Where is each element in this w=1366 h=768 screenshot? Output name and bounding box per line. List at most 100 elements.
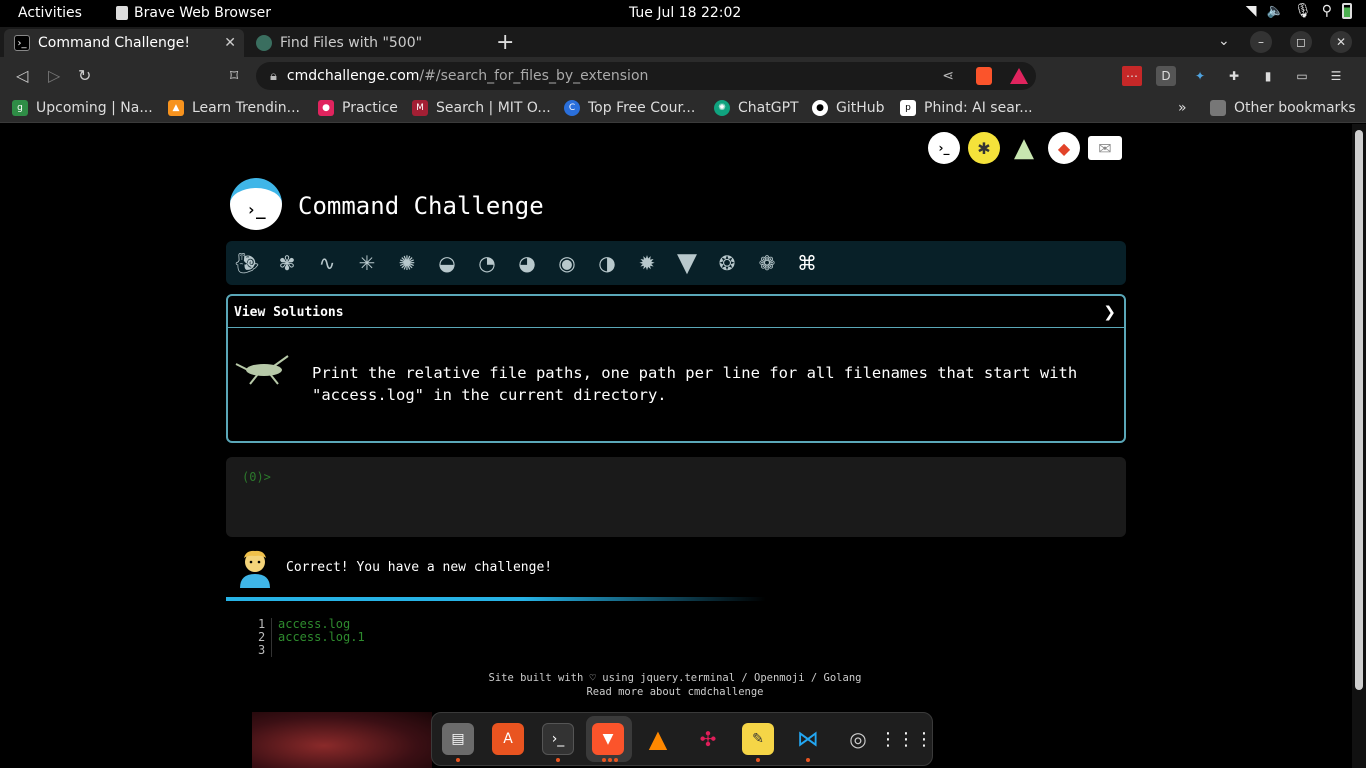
new-tab-icon[interactable]: + (496, 30, 514, 55)
brave-rewards-icon[interactable] (1010, 68, 1028, 84)
spider-icon[interactable]: ✳ (352, 248, 382, 278)
tree-icon[interactable]: ▲ (1008, 132, 1040, 164)
github-icon: ● (812, 100, 828, 116)
lock-icon[interactable]: 🔒︎ (270, 69, 277, 84)
microphone-icon[interactable]: 🎙 (1294, 3, 1312, 19)
terminal-input[interactable]: (0)> (226, 457, 1126, 537)
wifi-icon[interactable]: ◥ (1246, 3, 1257, 19)
whale-icon[interactable]: ◒ (432, 248, 462, 278)
beetle-icon[interactable]: ❁ (752, 248, 782, 278)
tropical-fish-icon[interactable]: ◑ (592, 248, 622, 278)
running-indicator (456, 758, 460, 762)
gitlab-icon[interactable]: ◆ (1048, 132, 1080, 164)
bookmark-item[interactable]: ✺ ChatGPT (714, 100, 799, 116)
app-center-icon[interactable]: A (492, 723, 524, 755)
close-window-icon[interactable]: ✕ (1330, 31, 1352, 53)
extension-d-icon[interactable]: D (1156, 66, 1176, 86)
minimize-icon[interactable]: – (1250, 31, 1272, 53)
back-icon[interactable]: ◁ (16, 66, 28, 85)
extensions-bar: ⋯ D ✦ ✚ ▮ ▭ ☰ (1122, 66, 1346, 86)
clock[interactable]: Tue Jul 18 22:02 (629, 5, 741, 21)
accessibility-icon[interactable]: ⚲ (1322, 3, 1332, 19)
settings-icon[interactable]: ◎ (842, 723, 874, 755)
bookmark-item[interactable]: p Phind: AI sear... (900, 100, 1033, 116)
bookmark-item[interactable]: g Upcoming | Na... (12, 100, 153, 116)
files-icon[interactable]: ▤ (442, 723, 474, 755)
bookmark-label: Phind: AI sear... (924, 100, 1033, 116)
other-bookmarks-label: Other bookmarks (1234, 100, 1356, 116)
terminal-logo-icon[interactable]: ›_ (928, 132, 960, 164)
wolf-icon[interactable]: ▼ (672, 248, 702, 278)
slack-icon[interactable]: ✣ (692, 723, 724, 755)
vscode-icon[interactable]: ⋈ (792, 723, 824, 755)
extensions-puzzle-icon[interactable]: ✚ (1224, 66, 1244, 86)
shark-icon[interactable]: ◕ (512, 248, 542, 278)
brave-icon (116, 6, 128, 20)
bookmark-item[interactable]: ▲ Learn Trendin... (168, 100, 300, 116)
tab-command-challenge[interactable]: ›_ Command Challenge! ✕ (4, 29, 244, 57)
lightbulb-icon[interactable]: ✱ (968, 132, 1000, 164)
tab-find-files[interactable]: Find Files with "500" (246, 29, 482, 57)
extension-red-icon[interactable]: ⋯ (1122, 66, 1142, 86)
show-apps-grid-icon[interactable]: ⋮⋮⋮ (879, 723, 933, 755)
menu-icon[interactable]: ☰ (1326, 66, 1346, 86)
line-number: 3 (258, 644, 272, 657)
app-menu[interactable]: Brave Web Browser (116, 5, 271, 21)
share-icon[interactable]: ⋖ (942, 68, 954, 84)
output-row: 2 access.log.1 (258, 631, 365, 644)
microbe-icon[interactable]: ✺ (392, 248, 422, 278)
terminal-prompt: (0)> (242, 470, 271, 484)
command-output: 1 access.log 2 access.log.1 3 (258, 618, 365, 657)
extension-blue-icon[interactable]: ✦ (1190, 66, 1210, 86)
scrollbar-thumb[interactable] (1355, 130, 1363, 690)
challenge-panel: View Solutions ❯ Print the relative file… (226, 294, 1126, 443)
brave-browser-icon[interactable]: ▼ (592, 723, 624, 755)
running-indicator (556, 758, 560, 762)
bookmark-item[interactable]: ● Practice (318, 100, 398, 116)
battery-icon[interactable] (1342, 3, 1352, 19)
snail-icon[interactable]: 🐌︎ (232, 248, 262, 278)
bookmarks-overflow-icon[interactable]: » (1178, 100, 1187, 116)
bookmark-item[interactable]: M Search | MIT O... (412, 100, 551, 116)
activities-button[interactable]: Activities (18, 5, 82, 21)
vlc-icon[interactable]: ▲ (642, 723, 674, 755)
butterfly-icon[interactable]: ✾ (272, 248, 302, 278)
footer-credits[interactable]: Site built with ♡ using jquery.terminal … (380, 671, 970, 685)
close-tab-icon[interactable]: ✕ (224, 35, 236, 51)
dock: ▤ A ›_ ▼ ▲ ✣ ✎ ⋈ ◎ ⋮⋮⋮ (431, 712, 933, 766)
bookmark-item[interactable]: ● GitHub (812, 100, 885, 116)
footer-read-more-link[interactable]: Read more about cmdchallenge (380, 685, 970, 699)
blowfish-icon[interactable]: ✹ (632, 248, 662, 278)
page-scrollbar[interactable] (1352, 124, 1366, 768)
system-top-bar: Activities Brave Web Browser Tue Jul 18 … (0, 0, 1366, 27)
wallet-icon[interactable]: ▭ (1292, 66, 1312, 86)
view-solutions-toggle[interactable]: View Solutions ❯ (228, 296, 1124, 328)
running-indicator (756, 758, 760, 762)
fish-icon[interactable]: ◉ (552, 248, 582, 278)
bookmark-icon[interactable]: ⌑ (230, 66, 238, 85)
dolphin-icon[interactable]: ◔ (472, 248, 502, 278)
brave-shields-icon[interactable] (976, 67, 992, 85)
bee-icon[interactable]: ❂ (712, 248, 742, 278)
flame-icon: ▲ (168, 100, 184, 116)
system-tray[interactable]: ◥ 🔈 🎙 ⚲ (1246, 3, 1352, 19)
volume-icon[interactable]: 🔈 (1267, 3, 1284, 19)
reload-icon[interactable]: ↻ (78, 66, 91, 85)
address-bar[interactable]: 🔒︎ cmdchallenge.com /#/search_for_files_… (256, 62, 1036, 90)
text-editor-icon[interactable]: ✎ (742, 723, 774, 755)
forward-icon[interactable]: ▷ (48, 66, 60, 85)
tab-search-chevron-icon[interactable]: ⌄ (1218, 33, 1230, 49)
bookmark-item[interactable]: C Top Free Cour... (564, 100, 695, 116)
caterpillar-icon[interactable]: ∿ (312, 248, 342, 278)
mail-icon[interactable]: ✉ (1088, 136, 1122, 160)
terminal-icon[interactable]: ›_ (542, 723, 574, 755)
tab-title: Command Challenge! (38, 35, 191, 51)
other-bookmarks[interactable]: Other bookmarks (1210, 100, 1356, 116)
sidebar-icon[interactable]: ▮ (1258, 66, 1278, 86)
maximize-icon[interactable]: ◻ (1290, 31, 1312, 53)
chevron-right-icon[interactable]: ❯ (1103, 303, 1116, 321)
cricket-icon[interactable]: ⌘ (792, 248, 822, 278)
running-indicator (806, 758, 810, 762)
site-logo-icon[interactable]: ›_ (230, 178, 282, 230)
